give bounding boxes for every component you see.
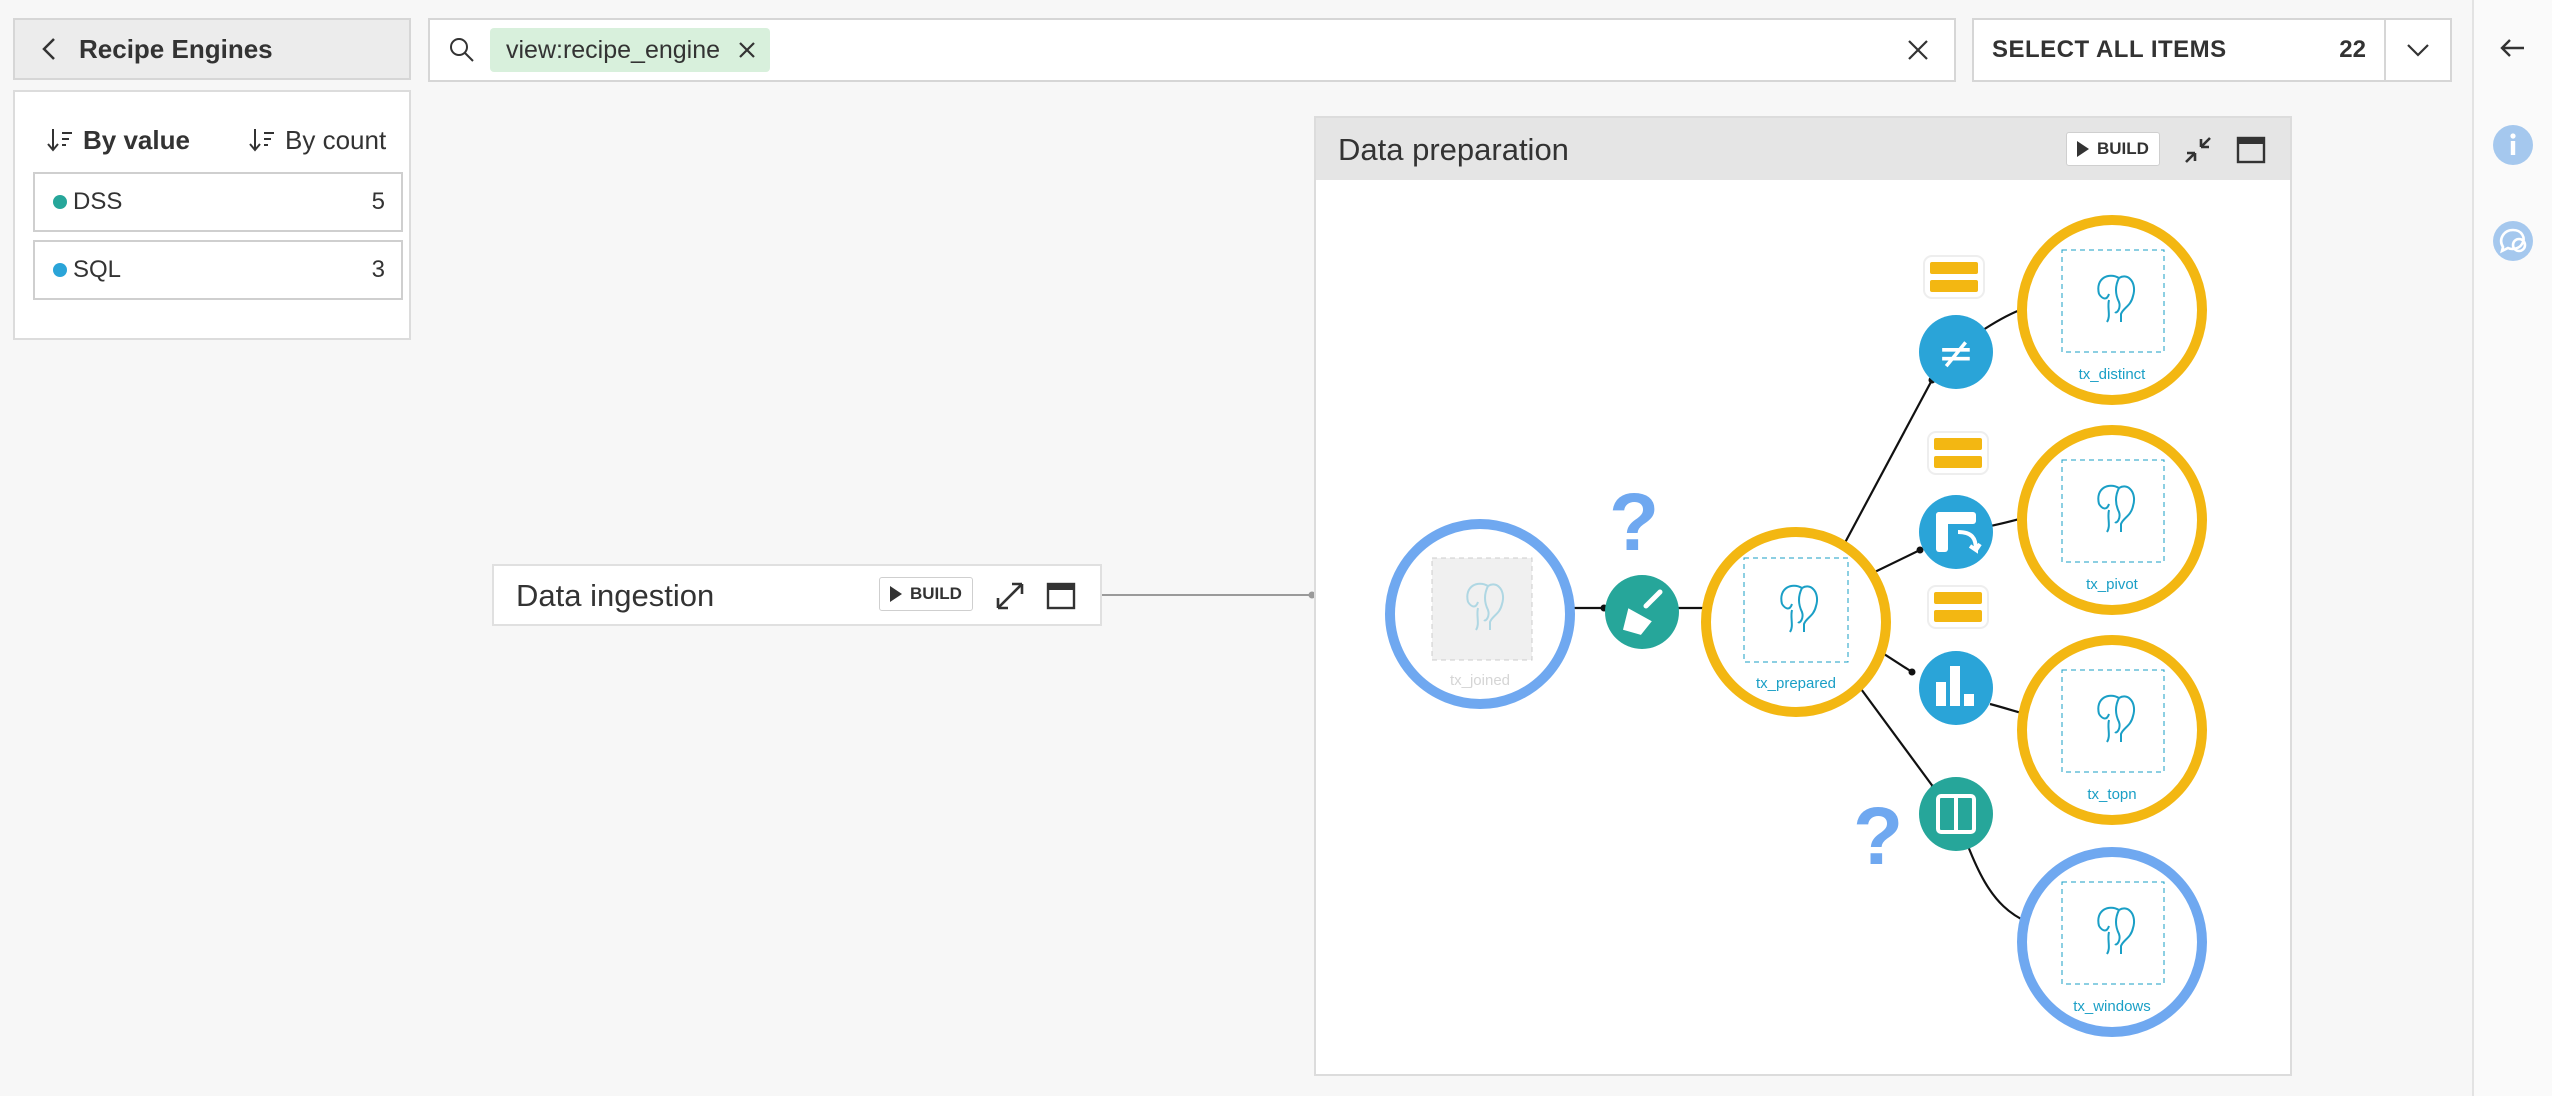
recipe-prepare[interactable]: [1605, 575, 1679, 649]
recipe-topn[interactable]: [1919, 651, 1993, 725]
sort-desc-icon: [47, 129, 72, 152]
sort-by-value-button[interactable]: By value: [45, 120, 190, 160]
window-icon[interactable]: [1046, 582, 1076, 610]
dataset-tx-windows[interactable]: tx_windows: [2017, 847, 2207, 1037]
discussions-icon[interactable]: [2492, 220, 2534, 262]
dataset-label: tx_distinct: [2079, 366, 2147, 383]
sort-by-count-label: By count: [285, 124, 387, 155]
zone-header: Data preparation BUILD: [1316, 118, 2290, 180]
engine-badge-dss: [1927, 431, 1989, 475]
filter-chip: view:recipe_engine: [490, 28, 771, 72]
search-icon: [450, 38, 474, 62]
facet-panel: By value By count DSS 5 SQL 3: [13, 90, 411, 340]
chip-remove-icon[interactable]: [736, 39, 758, 61]
build-label: BUILD: [910, 584, 962, 603]
collapse-icon[interactable]: [2182, 134, 2214, 166]
dataset-label: tx_windows: [2073, 998, 2151, 1015]
zone-data-ingestion[interactable]: Data ingestion BUILD: [492, 564, 1102, 626]
facet-item-sql[interactable]: SQL 3: [33, 240, 403, 300]
not-equal-icon: ≠: [1938, 328, 1975, 379]
sort-by-value-label: By value: [83, 124, 190, 155]
play-icon: [2077, 141, 2089, 157]
zone-title: Data preparation: [1338, 132, 1569, 167]
chevron-down-icon: [2407, 44, 2429, 57]
right-rail: [2472, 0, 2552, 1096]
info-icon[interactable]: [2492, 124, 2534, 166]
clear-search-icon[interactable]: [1904, 36, 1932, 64]
arrow-left-icon[interactable]: [2496, 32, 2528, 64]
unknown-engine-badge: ? ?: [1603, 471, 1665, 574]
build-zone-button[interactable]: BUILD: [879, 577, 973, 611]
facet-item-dss[interactable]: DSS 5: [33, 172, 403, 232]
facet-item-label: DSS: [73, 188, 123, 215]
select-all-count: 22: [2339, 36, 2366, 63]
dss-color-dot: [53, 195, 67, 209]
chevron-left-icon: [42, 38, 55, 60]
dataset-label: tx_prepared: [1756, 675, 1836, 692]
recipe-window[interactable]: [1919, 777, 1993, 851]
unknown-engine-badge: ? ?: [1847, 785, 1909, 888]
dataset-label: tx_topn: [2087, 786, 2136, 803]
zone-data-preparation[interactable]: Data preparation BUILD tx_joined ? ? tx_…: [1314, 116, 2292, 1076]
recipe-distinct[interactable]: ≠: [1919, 315, 1993, 389]
select-all-items-button[interactable]: SELECT ALL ITEMS 22: [1972, 18, 2452, 82]
select-all-label: SELECT ALL ITEMS: [1992, 36, 2227, 63]
build-zone-button[interactable]: BUILD: [2066, 132, 2160, 166]
flow-graph: tx_joined ? ? tx_prepared ≠ ? ? tx_disti…: [1385, 215, 2207, 1037]
dataset-label: tx_joined: [1450, 672, 1510, 689]
svg-text:?: ?: [1853, 791, 1903, 882]
build-label: BUILD: [2097, 139, 2149, 158]
facet-item-count: 3: [371, 256, 385, 283]
dataset-tx-prepared[interactable]: tx_prepared: [1701, 527, 1891, 717]
flow-search-bar[interactable]: view:recipe_engine: [428, 18, 1956, 82]
svg-text:?: ?: [1609, 477, 1659, 568]
back-button-label: Recipe Engines: [79, 33, 273, 64]
dataset-label: tx_pivot: [2086, 576, 2139, 593]
dataset-tx-distinct[interactable]: tx_distinct: [2017, 215, 2207, 405]
sort-by-count-button[interactable]: By count: [247, 120, 386, 160]
window-icon[interactable]: [2236, 136, 2266, 164]
engine-badge-dss: [1923, 255, 1985, 299]
sort-count-icon: [249, 129, 274, 152]
engine-badge-dss: [1927, 585, 1989, 629]
dataset-tx-topn[interactable]: tx_topn: [2017, 635, 2207, 825]
facet-item-count: 5: [371, 188, 385, 215]
sql-color-dot: [53, 263, 67, 277]
zone-title: Data ingestion: [516, 578, 715, 613]
filter-chip-label: view:recipe_engine: [506, 35, 721, 64]
dataset-tx-joined[interactable]: tx_joined: [1385, 519, 1575, 709]
zone-connector: [1100, 591, 1316, 599]
recipe-pivot[interactable]: [1919, 495, 1993, 569]
select-all-dropdown[interactable]: [2384, 20, 2450, 80]
facet-item-label: SQL: [73, 256, 122, 283]
expand-icon[interactable]: [994, 580, 1026, 612]
back-button[interactable]: Recipe Engines: [13, 18, 411, 80]
play-icon: [890, 586, 902, 602]
dataset-tx-pivot[interactable]: tx_pivot: [2017, 425, 2207, 615]
